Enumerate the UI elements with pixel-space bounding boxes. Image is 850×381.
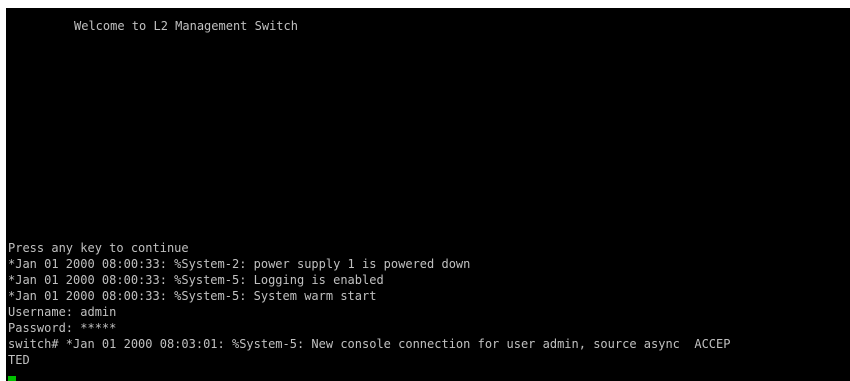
console-line-prompt-log: switch# *Jan 01 2000 08:03:01: %System-5… (8, 337, 731, 351)
console-line-log-power-supply: *Jan 01 2000 08:00:33: %System-2: power … (8, 257, 471, 271)
console-line-press-any-key: Press any key to continue (8, 241, 189, 255)
welcome-banner: Welcome to L2 Management Switch (74, 19, 298, 33)
console-line-log-warm-start: *Jan 01 2000 08:00:33: %System-5: System… (8, 289, 377, 303)
console-line-username: Username: admin (8, 305, 117, 319)
console-line-wrap: TED (8, 353, 30, 367)
text-cursor (8, 376, 16, 381)
console-line-log-logging: *Jan 01 2000 08:00:33: %System-5: Loggin… (8, 273, 384, 287)
console-line-password: Password: ***** (8, 321, 117, 335)
terminal-console[interactable]: Welcome to L2 Management Switch Press an… (6, 8, 850, 381)
